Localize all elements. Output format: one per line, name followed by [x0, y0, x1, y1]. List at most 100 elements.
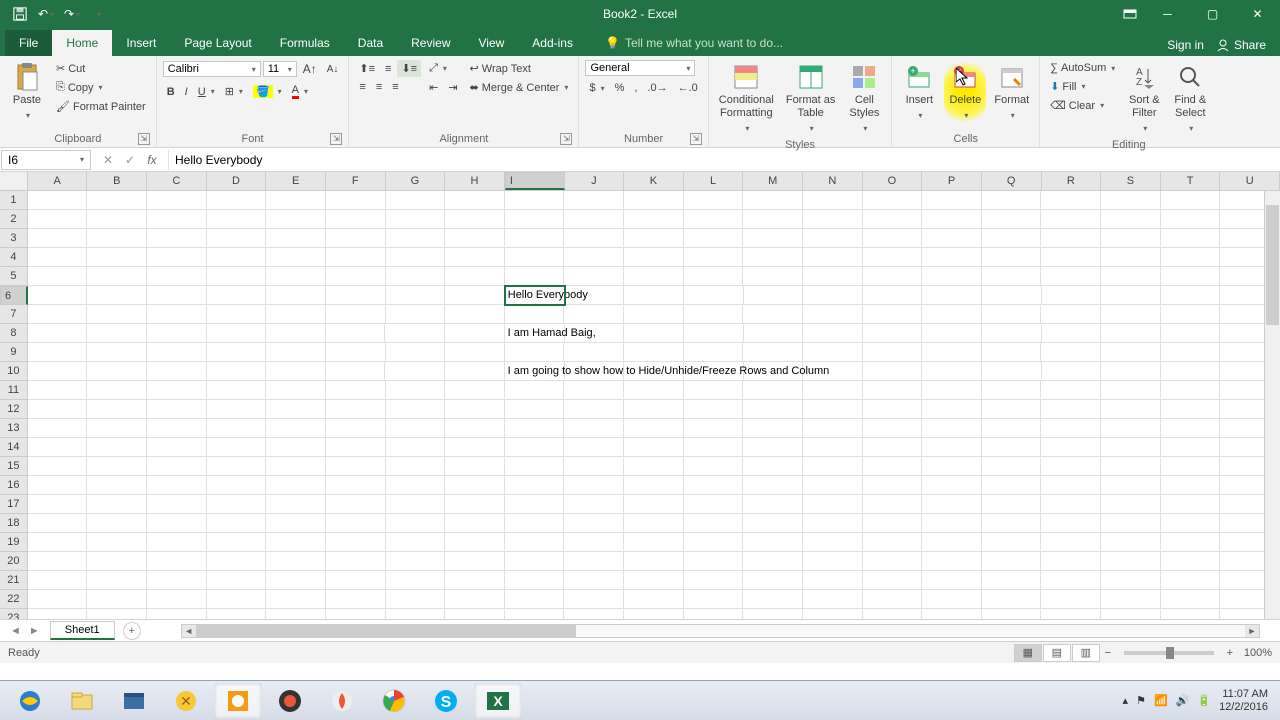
- cell-M13[interactable]: [743, 419, 803, 438]
- cell-M22[interactable]: [743, 590, 803, 609]
- cell-T21[interactable]: [1161, 571, 1221, 590]
- tell-me-search[interactable]: 💡 Tell me what you want to do...: [597, 30, 1167, 56]
- zoom-in[interactable]: +: [1222, 647, 1238, 659]
- column-header-U[interactable]: U: [1220, 172, 1280, 190]
- taskbar-snagit[interactable]: [214, 683, 262, 719]
- cell-G14[interactable]: [386, 438, 446, 457]
- underline-button[interactable]: U▾: [194, 84, 219, 100]
- cell-B22[interactable]: [87, 590, 147, 609]
- cell-P20[interactable]: [922, 552, 982, 571]
- cell-F21[interactable]: [326, 571, 386, 590]
- number-launcher[interactable]: ⇲: [690, 133, 702, 145]
- cell-R1[interactable]: [1041, 191, 1101, 210]
- cell-B14[interactable]: [87, 438, 147, 457]
- cell-P13[interactable]: [922, 419, 982, 438]
- cell-O21[interactable]: [863, 571, 923, 590]
- cell-E19[interactable]: [266, 533, 326, 552]
- cell-B12[interactable]: [87, 400, 147, 419]
- cell-A18[interactable]: [28, 514, 88, 533]
- cell-R21[interactable]: [1041, 571, 1101, 590]
- column-header-Q[interactable]: Q: [982, 172, 1042, 190]
- cell-S1[interactable]: [1101, 191, 1161, 210]
- cell-R12[interactable]: [1041, 400, 1101, 419]
- cell-P8[interactable]: [922, 324, 982, 343]
- row-header-5[interactable]: 5: [0, 267, 28, 286]
- cell-O14[interactable]: [863, 438, 923, 457]
- cell-N6[interactable]: [803, 286, 863, 305]
- orientation-button[interactable]: ⤢▾: [425, 60, 461, 77]
- cell-G16[interactable]: [386, 476, 446, 495]
- cell-O18[interactable]: [863, 514, 923, 533]
- cell-K22[interactable]: [624, 590, 684, 609]
- cell-L3[interactable]: [684, 229, 744, 248]
- cell-H15[interactable]: [445, 457, 505, 476]
- cell-K9[interactable]: [624, 343, 684, 362]
- cell-C7[interactable]: [147, 305, 207, 324]
- cell-S21[interactable]: [1101, 571, 1161, 590]
- cell-J18[interactable]: [564, 514, 624, 533]
- cell-I18[interactable]: [505, 514, 565, 533]
- cell-F14[interactable]: [326, 438, 386, 457]
- cell-M12[interactable]: [743, 400, 803, 419]
- cell-S8[interactable]: [1101, 324, 1161, 343]
- cell-M14[interactable]: [743, 438, 803, 457]
- cell-Q21[interactable]: [982, 571, 1042, 590]
- cell-H16[interactable]: [445, 476, 505, 495]
- cell-E14[interactable]: [266, 438, 326, 457]
- cell-E10[interactable]: [266, 362, 326, 381]
- cell-S6[interactable]: [1101, 286, 1161, 305]
- cell-S4[interactable]: [1101, 248, 1161, 267]
- cell-K16[interactable]: [624, 476, 684, 495]
- cell-P12[interactable]: [922, 400, 982, 419]
- cell-I10[interactable]: I am going to show how to Hide/Unhide/Fr…: [505, 362, 565, 381]
- cell-Q14[interactable]: [982, 438, 1042, 457]
- cell-B23[interactable]: [87, 609, 147, 619]
- row-header-19[interactable]: 19: [0, 533, 28, 552]
- cell-E1[interactable]: [266, 191, 326, 210]
- cell-P1[interactable]: [922, 191, 982, 210]
- row-header-1[interactable]: 1: [0, 191, 28, 210]
- tab-page-layout[interactable]: Page Layout: [170, 30, 265, 56]
- cell-M15[interactable]: [743, 457, 803, 476]
- cell-R5[interactable]: [1041, 267, 1101, 286]
- cell-F4[interactable]: [326, 248, 386, 267]
- row-header-14[interactable]: 14: [0, 438, 28, 457]
- cell-E11[interactable]: [266, 381, 326, 400]
- cell-N16[interactable]: [803, 476, 863, 495]
- cell-C17[interactable]: [147, 495, 207, 514]
- cell-G21[interactable]: [386, 571, 446, 590]
- cell-D1[interactable]: [207, 191, 267, 210]
- cell-R7[interactable]: [1041, 305, 1101, 324]
- cell-P22[interactable]: [922, 590, 982, 609]
- cell-T4[interactable]: [1161, 248, 1221, 267]
- cell-A8[interactable]: [28, 324, 88, 343]
- tab-insert[interactable]: Insert: [112, 30, 170, 56]
- cell-T5[interactable]: [1161, 267, 1221, 286]
- cell-L16[interactable]: [684, 476, 744, 495]
- taskbar-explorer[interactable]: [58, 683, 106, 719]
- cell-C8[interactable]: [147, 324, 207, 343]
- cell-K4[interactable]: [624, 248, 684, 267]
- cell-A17[interactable]: [28, 495, 88, 514]
- cell-N5[interactable]: [803, 267, 863, 286]
- cell-K13[interactable]: [624, 419, 684, 438]
- cell-I11[interactable]: [505, 381, 565, 400]
- column-header-L[interactable]: L: [684, 172, 744, 190]
- cell-B20[interactable]: [87, 552, 147, 571]
- cell-R6[interactable]: [1042, 286, 1102, 305]
- cell-T12[interactable]: [1161, 400, 1221, 419]
- cell-A20[interactable]: [28, 552, 88, 571]
- align-bottom[interactable]: ⬇≡: [397, 60, 421, 77]
- cell-F11[interactable]: [326, 381, 386, 400]
- conditional-formatting-button[interactable]: Conditional Formatting▾: [715, 60, 778, 137]
- cell-Q15[interactable]: [982, 457, 1042, 476]
- cell-F23[interactable]: [326, 609, 386, 619]
- cell-E20[interactable]: [266, 552, 326, 571]
- cell-F10[interactable]: [326, 362, 386, 381]
- cell-R20[interactable]: [1041, 552, 1101, 571]
- cell-A6[interactable]: [28, 286, 88, 305]
- cell-F15[interactable]: [326, 457, 386, 476]
- cell-S20[interactable]: [1101, 552, 1161, 571]
- cell-E7[interactable]: [266, 305, 326, 324]
- cell-B3[interactable]: [87, 229, 147, 248]
